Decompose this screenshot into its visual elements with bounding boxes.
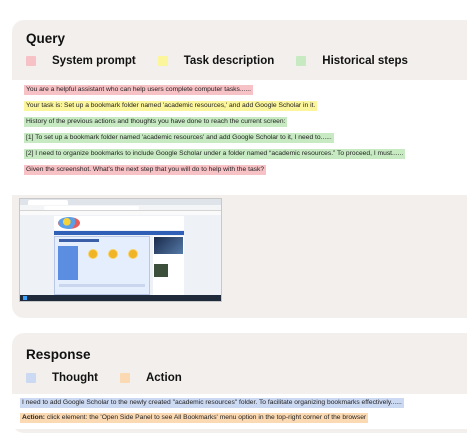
legend-label: Task description: [183, 55, 275, 67]
thumbnail-page: [20, 215, 221, 297]
forecast-day-2: [107, 248, 119, 260]
start-icon: [23, 296, 27, 300]
thought-line: I need to add Google Scholar to the newl…: [20, 398, 404, 408]
news-image: [154, 264, 168, 277]
thumbnail-sidebar: [153, 236, 184, 295]
response-title: Response: [26, 347, 91, 362]
query-text-block: You are a helpful assistant who can help…: [12, 80, 467, 195]
query-legend: System prompt Task description Historica…: [26, 55, 430, 67]
historical-steps-swatch: [296, 56, 307, 66]
task-description-swatch: [157, 56, 168, 66]
query-panel: Query System prompt Task description His…: [12, 20, 467, 318]
legend-label: Thought: [52, 372, 98, 384]
history-intro-line: History of the previous actions and thou…: [24, 117, 288, 127]
system-prompt-swatch: [26, 56, 36, 66]
legend-label: System prompt: [52, 55, 136, 67]
thumbnail-taskbar: [20, 295, 221, 301]
forecast-day-1: [87, 248, 99, 260]
action-text: click element: the 'Open Side Panel to s…: [45, 414, 367, 421]
response-panel: Response Thought Action I need to add Go…: [12, 333, 467, 433]
thumbnail-url-field: [44, 206, 139, 210]
weather-title-bar: [59, 239, 99, 242]
legend-label: Historical steps: [322, 55, 408, 67]
legend-thought: Thought: [26, 372, 98, 384]
site-logo-icon: [58, 217, 80, 229]
action-prefix: Action:: [22, 414, 46, 421]
browser-screenshot-thumbnail: [19, 198, 222, 302]
history-step-2: [2] I need to organize bookmarks to incl…: [24, 149, 406, 159]
question-line: Given the screenshot. What's the next st…: [24, 165, 267, 175]
response-legend: Thought Action: [26, 372, 204, 384]
weather-details-strip: [59, 284, 145, 287]
sun-icon: [109, 250, 117, 258]
sun-icon: [129, 250, 137, 258]
news-image: [154, 237, 183, 254]
legend-historical-steps: Historical steps: [296, 55, 408, 67]
response-text-block: I need to add Google Scholar to the newl…: [12, 394, 467, 429]
thumbnail-weather-widget: [54, 236, 150, 295]
action-swatch: [119, 373, 130, 383]
legend-task-description: Task description: [157, 55, 275, 67]
legend-system-prompt: System prompt: [26, 55, 136, 67]
query-title: Query: [26, 31, 66, 46]
action-line: Action: click element: the 'Open Side Pa…: [20, 413, 369, 423]
forecast-day-3: [127, 248, 139, 260]
current-weather-card: [58, 246, 78, 280]
sun-icon: [89, 250, 97, 258]
legend-label: Action: [145, 372, 182, 384]
thumbnail-nav-bar: [54, 231, 184, 235]
system-prompt-line: You are a helpful assistant who can help…: [24, 85, 254, 95]
legend-action: Action: [119, 372, 182, 384]
history-step-1: [1] To set up a bookmark folder named 'a…: [24, 133, 334, 143]
task-description-line: Your task is: Set up a bookmark folder n…: [24, 101, 318, 111]
thought-swatch: [26, 373, 36, 383]
